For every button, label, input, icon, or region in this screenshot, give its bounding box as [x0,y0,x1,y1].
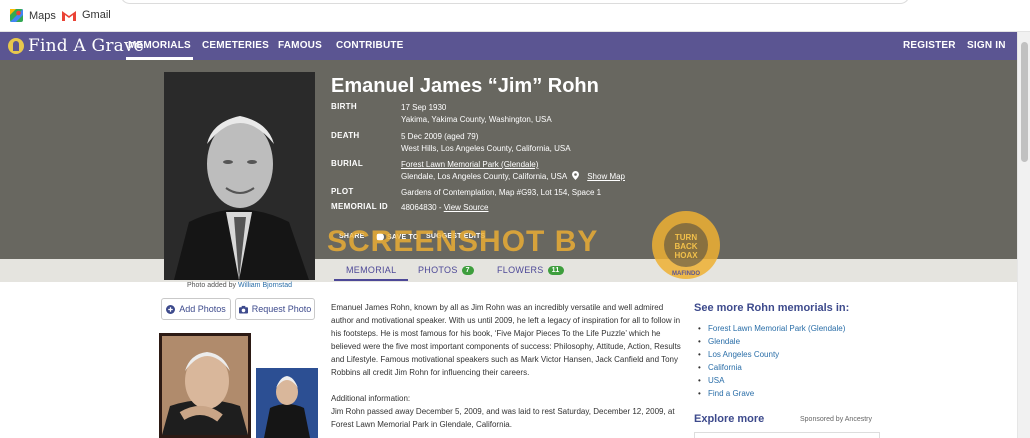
birth-label: BIRTH [331,102,357,111]
gmail-icon [62,10,76,21]
svg-text:BACK: BACK [674,242,697,251]
logo-icon [8,38,24,54]
memorial-name: Emanuel James “Jim” Rohn [331,75,599,97]
tab-flowers-label: FLOWERS [497,265,544,275]
address-bar-edge [120,0,910,4]
death-label: DEATH [331,131,360,140]
burial-cemetery-link[interactable]: Forest Lawn Memorial Park (Glendale) [401,160,538,169]
nav-memorials[interactable]: MEMORIALS [126,40,193,60]
see-more-link-city[interactable]: Glendale [698,335,845,348]
sign-in-link[interactable]: SIGN IN [967,40,1006,51]
find-a-grave-logo[interactable]: Find A Grave [8,35,144,57]
add-photos-label: Add Photos [179,304,226,314]
gallery-photo-1-illustration [162,336,248,435]
photo-credit-link[interactable]: William Bjornstad [238,282,292,289]
gallery-photo-2-illustration [256,368,318,438]
show-map-link[interactable]: Show Map [587,172,625,181]
mafindo-seal: TURN BACK HOAX MAFINDO [652,211,720,279]
see-more-heading: See more Rohn memorials in: [694,302,849,314]
logo-text: Find A Grave [28,36,145,56]
burial-value: Forest Lawn Memorial Park (Glendale) Gle… [401,159,625,183]
plot-value: Gardens of Contemplation, Map #G93, Lot … [401,188,602,197]
burial-label: BURIAL [331,159,364,168]
watermark-text: SCREENSHOT BY [327,225,599,258]
svg-text:TURN: TURN [675,233,697,242]
memorial-photo[interactable] [164,72,315,280]
plus-circle-icon [166,304,176,314]
view-source-link[interactable]: View Source [444,203,489,212]
death-place: West Hills, Los Angeles County, Californ… [401,144,571,153]
tab-memorial[interactable]: MEMORIAL [333,265,409,281]
burial-place: Glendale, Los Angeles County, California… [401,172,567,181]
see-more-link-find-a-grave[interactable]: Find a Grave [698,387,845,400]
plot-label: PLOT [331,187,354,196]
bookmark-gmail[interactable]: Gmail [62,9,111,21]
add-photos-button[interactable]: Add Photos [161,298,231,320]
gallery-photo-2[interactable] [256,368,318,438]
see-more-list: Forest Lawn Memorial Park (Glendale) Gle… [698,322,845,400]
memorial-id: 48064830 - [401,203,442,212]
bookmark-gmail-label: Gmail [82,9,111,21]
svg-text:HOAX: HOAX [674,251,698,260]
register-link[interactable]: REGISTER [903,40,956,51]
portrait-illustration [164,72,315,280]
see-more-surname: Rohn [746,302,775,314]
tab-photos[interactable]: PHOTOS 7 [418,265,474,275]
see-more-prefix: See more [694,302,744,314]
explore-more-heading: Explore more [694,413,765,425]
bookmark-maps-label: Maps [29,9,56,22]
svg-text:MAFINDO: MAFINDO [672,271,700,277]
photo-caption: Photo added by William Bjornstad [164,282,315,289]
death-date: 5 Dec 2009 (aged 79) [401,132,479,141]
see-more-link-county[interactable]: Los Angeles County [698,348,845,361]
see-more-link-cemetery[interactable]: Forest Lawn Memorial Park (Glendale) [698,322,845,335]
birth-place: Yakima, Yakima County, Washington, USA [401,115,552,124]
sponsored-by-label: Sponsored by Ancestry [800,416,872,423]
scrollbar-thumb[interactable] [1021,42,1028,162]
memorial-photo-image [164,72,315,280]
tab-flowers[interactable]: FLOWERS 11 [497,265,564,275]
death-value: 5 Dec 2009 (aged 79) West Hills, Los Ang… [401,131,571,155]
memorial-id-value: 48064830 - View Source [401,202,488,214]
photo-caption-text: Photo added by [186,282,236,289]
nav-cemeteries[interactable]: CEMETERIES [202,40,269,51]
bio-paragraph: Emanuel James Rohn, known by all as Jim … [331,303,681,377]
tab-photos-label: PHOTOS [418,265,458,275]
flowers-count-badge: 11 [547,265,564,275]
birth-date: 17 Sep 1930 [401,103,447,112]
map-pin-icon [571,171,579,180]
nav-famous[interactable]: FAMOUS [278,40,322,51]
page-scrollbar[interactable] [1017,32,1030,438]
maps-icon [10,9,23,22]
site-nav: Find A Grave MEMORIALS CEMETERIES FAMOUS… [0,32,1030,60]
see-more-link-state[interactable]: California [698,361,845,374]
request-photo-label: Request Photo [251,304,312,314]
bookmarks-bar: Maps Gmail [0,0,1030,32]
see-more-link-country[interactable]: USA [698,374,845,387]
birth-value: 17 Sep 1930 Yakima, Yakima County, Washi… [401,102,552,126]
explore-more-widget[interactable] [694,432,880,438]
bio-additional-paragraph: Jim Rohn passed away December 5, 2009, a… [331,407,675,429]
see-more-suffix: memorials in: [777,302,850,314]
memorial-bio: Emanuel James Rohn, known by all as Jim … [331,301,683,431]
request-photo-button[interactable]: Request Photo [235,298,315,320]
bookmark-maps[interactable]: Maps [10,9,56,22]
additional-info-heading: Additional information: [331,394,411,403]
camera-icon [238,305,248,314]
gallery-photo-1[interactable] [159,333,251,438]
memorial-id-label: MEMORIAL ID [331,202,388,211]
nav-contribute[interactable]: CONTRIBUTE [336,40,404,51]
photos-count-badge: 7 [461,265,474,275]
